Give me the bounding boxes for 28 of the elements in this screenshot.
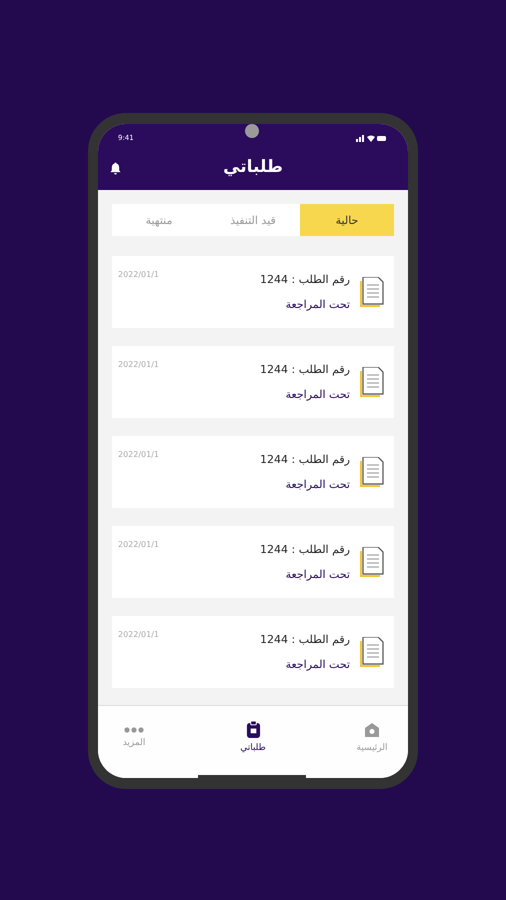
document-icon <box>360 637 384 667</box>
order-status: تحت المراجعة <box>284 388 350 401</box>
nav-item[interactable]: طلباتي <box>225 706 281 768</box>
page-title: طلباتي <box>223 157 283 177</box>
order-date: 2022/01/1 <box>118 630 160 639</box>
document-icon <box>360 277 384 307</box>
order-number: رقم الطلب : 1244 <box>259 633 350 646</box>
order-number: رقم الطلب : 1244 <box>259 363 350 376</box>
document-icon <box>360 367 384 397</box>
order-status: تحت المراجعة <box>284 658 350 671</box>
order-status: تحت المراجعة <box>284 568 350 581</box>
order-date: 2022/01/1 <box>118 270 160 279</box>
order-number: رقم الطلب : 1244 <box>259 543 350 556</box>
status-icons <box>356 134 386 142</box>
clipboard-icon <box>246 721 260 738</box>
more-icon <box>124 726 144 732</box>
bell-icon[interactable] <box>110 162 121 175</box>
order-number: رقم الطلب : 1244 <box>259 273 350 286</box>
order-status: تحت المراجعة <box>284 478 350 491</box>
order-number: رقم الطلب : 1244 <box>259 453 350 466</box>
document-icon <box>360 547 384 577</box>
order-date: 2022/01/1 <box>118 450 160 459</box>
order-status: تحت المراجعة <box>284 298 350 311</box>
tab[interactable]: حالية <box>300 204 394 236</box>
order-date: 2022/01/1 <box>118 360 160 369</box>
order-date: 2022/01/1 <box>118 540 160 549</box>
document-icon <box>360 457 384 487</box>
home-icon <box>364 722 380 738</box>
